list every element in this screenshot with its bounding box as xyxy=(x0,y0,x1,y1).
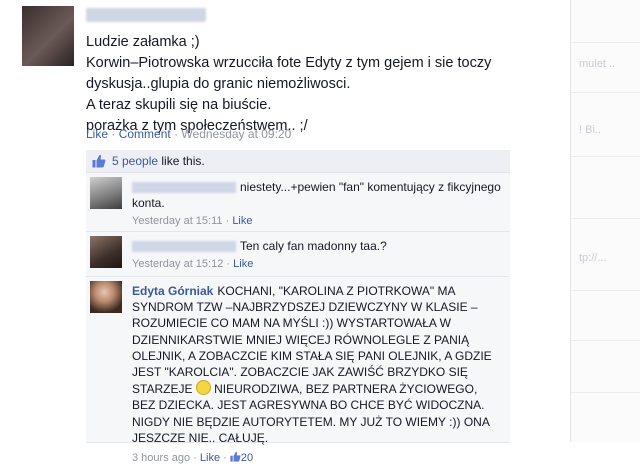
likes-count-link[interactable]: 5 people xyxy=(112,154,158,168)
comment-body: niestety...+pewien "fan" komentujący z f… xyxy=(132,179,502,229)
comment-item: niestety...+pewien "fan" komentujący z f… xyxy=(86,173,510,232)
separator: · xyxy=(111,127,116,141)
divider xyxy=(571,290,640,291)
comment-body: Edyta Górniak KOCHANI, "KAROLINA Z PIOTRK… xyxy=(132,283,502,466)
separator: · xyxy=(223,452,227,465)
likes-text: 5 people like this. xyxy=(112,150,205,172)
post-line: Ludzie załamka ;) xyxy=(86,34,200,50)
post-like-link[interactable]: Like xyxy=(86,127,108,141)
comment-time[interactable]: Yesterday at 15:12 xyxy=(132,258,223,270)
commenter-name-redacted[interactable] xyxy=(132,241,236,253)
comment-like-count[interactable]: 20 xyxy=(241,452,253,464)
comment-item: Edyta Górniak KOCHANI, "KAROLINA Z PIOTRK… xyxy=(86,277,510,464)
post-author-name-redacted[interactable] xyxy=(86,8,206,22)
separator: · xyxy=(193,452,197,465)
post-comment-link[interactable]: Comment xyxy=(119,127,171,141)
post-actions: Like · Comment · Wednesday at 09:20 xyxy=(86,127,291,141)
commenter-avatar[interactable] xyxy=(90,236,122,268)
post-timestamp[interactable]: Wednesday at 09:20 xyxy=(181,127,291,141)
thumbs-up-icon xyxy=(92,154,106,168)
likes-summary: 5 people like this. xyxy=(86,150,510,173)
comment-meta: Yesterday at 15:12 · Like xyxy=(132,256,502,272)
comment-body: Ten caly fan madonny taa.? Yesterday at … xyxy=(132,238,502,272)
commenter-avatar[interactable] xyxy=(90,177,122,209)
divider xyxy=(571,156,640,157)
sidebar-snippet[interactable]: ! Bi.. xyxy=(579,124,601,136)
divider xyxy=(571,92,640,93)
comment-item: Ten caly fan madonny taa.? Yesterday at … xyxy=(86,232,510,277)
comment-meta: Yesterday at 15:11 · Like xyxy=(132,213,502,229)
post-text: Ludzie załamka ;) Korwin–Piotrowska wrzu… xyxy=(86,32,526,137)
sidebar-snippet[interactable]: tp://... xyxy=(579,252,607,264)
commenter-name-redacted[interactable] xyxy=(132,182,236,194)
commenter-avatar[interactable] xyxy=(90,281,122,313)
likes-suffix: like this. xyxy=(158,154,205,168)
right-sidebar: mulet .. ! Bi.. tp://... xyxy=(570,0,640,442)
thumbs-up-icon xyxy=(230,451,241,462)
comment-time[interactable]: Yesterday at 15:11 xyxy=(132,215,223,227)
post-author-avatar[interactable] xyxy=(22,6,74,66)
comment-text: Ten caly fan madonny taa.? xyxy=(240,239,387,253)
comment-text: KOCHANI, "KAROLINA Z PIOTRKOWA" MA SYNDR… xyxy=(132,284,492,397)
comment-like-link[interactable]: Like xyxy=(233,258,253,270)
comment-like-link[interactable]: Like xyxy=(200,452,220,464)
sidebar-snippet[interactable]: mulet .. xyxy=(579,58,615,70)
commenter-name[interactable]: Edyta Górniak xyxy=(132,284,213,298)
frown-emoticon-icon xyxy=(195,380,211,396)
divider xyxy=(571,340,640,341)
separator: · xyxy=(225,215,230,227)
post-line: Korwin–Piotrowska wrzucciła fote Edyty z… xyxy=(86,55,492,71)
comment-like-link[interactable]: Like xyxy=(232,215,252,227)
post-line: A teraz skupili się na biuście. xyxy=(86,97,272,113)
separator: · xyxy=(226,258,231,270)
comment-meta: 3 hours ago · Like · 20 xyxy=(132,450,502,466)
divider xyxy=(571,218,640,219)
separator: · xyxy=(174,127,179,141)
post-line: dyskusja..glupia do granic niemożliwosci… xyxy=(86,76,351,92)
divider xyxy=(571,42,640,43)
comment-time[interactable]: 3 hours ago xyxy=(132,452,190,464)
divider xyxy=(571,392,640,393)
